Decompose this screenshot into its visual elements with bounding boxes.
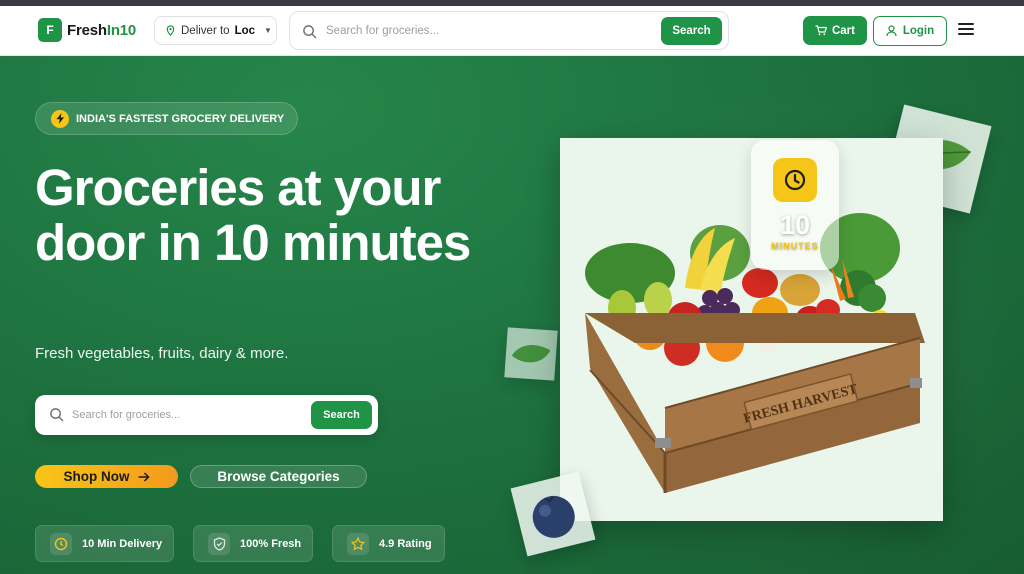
stat-label: 10 Min Delivery: [82, 537, 163, 550]
header-search-input[interactable]: [326, 21, 646, 41]
arrow-right-icon: [138, 471, 150, 482]
delivery-timer-card: 10 MINUTES: [751, 140, 839, 270]
deliver-location: Loc: [234, 24, 256, 37]
hamburger-menu-icon[interactable]: [958, 23, 974, 37]
cart-icon: [815, 25, 827, 36]
login-button[interactable]: Login: [873, 16, 947, 46]
hero-subheadline: Fresh vegetables, fruits, dairy & more.: [35, 345, 289, 362]
logo-text-primary: Fresh: [67, 21, 107, 39]
search-icon: [303, 25, 317, 39]
hero-badge: INDIA'S FASTEST GROCERY DELIVERY: [35, 102, 298, 135]
stat-delivery: 10 Min Delivery: [35, 525, 174, 562]
cart-button[interactable]: Cart: [803, 16, 867, 45]
stat-label: 4.9 Rating: [379, 537, 432, 550]
shield-icon: [208, 532, 230, 555]
stat-fresh: 100% Fresh: [193, 525, 313, 562]
top-navbar: F FreshIn10 Deliver to Loc ▼ Search Cart…: [0, 6, 1024, 56]
brand-logo[interactable]: F FreshIn10: [38, 18, 136, 42]
stat-rating: 4.9 Rating: [332, 525, 445, 562]
stat-label: 100% Fresh: [240, 537, 302, 550]
logo-mark: F: [38, 18, 62, 42]
cart-label: Cart: [831, 24, 855, 37]
search-icon: [50, 408, 64, 422]
hero-headline: Groceries at your door in 10 minutes: [35, 159, 471, 271]
login-label: Login: [902, 25, 935, 37]
logo-text-accent: In10: [106, 21, 137, 39]
clock-icon: [50, 532, 72, 555]
hero-section: INDIA'S FASTEST GROCERY DELIVERY Groceri…: [0, 56, 1024, 574]
deliver-location-selector[interactable]: Deliver to Loc ▼: [154, 16, 277, 45]
floating-leaf-small: [504, 327, 558, 381]
user-icon: [886, 25, 897, 37]
timer-unit: MINUTES: [771, 241, 819, 251]
star-icon: [347, 532, 369, 555]
leaf-icon: [511, 344, 551, 363]
shop-now-button[interactable]: Shop Now: [35, 465, 178, 488]
hero-badge-text: INDIA'S FASTEST GROCERY DELIVERY: [76, 112, 285, 125]
hero-search-bar: Search: [35, 395, 378, 435]
hero-search-button[interactable]: Search: [311, 401, 372, 429]
browse-categories-button[interactable]: Browse Categories: [190, 465, 367, 488]
location-pin-icon: [166, 25, 175, 36]
shop-now-label: Shop Now: [63, 469, 130, 484]
timer-value: 10: [779, 210, 811, 240]
logo-text: FreshIn10: [67, 22, 136, 39]
lightning-icon: [51, 109, 69, 128]
hero-search-input[interactable]: [72, 405, 292, 425]
clock-icon: [773, 158, 817, 202]
header-search-button[interactable]: Search: [661, 17, 722, 45]
chevron-down-icon: ▼: [264, 26, 272, 35]
header-search-bar: Search: [289, 11, 729, 50]
deliver-label: Deliver to: [181, 24, 230, 37]
